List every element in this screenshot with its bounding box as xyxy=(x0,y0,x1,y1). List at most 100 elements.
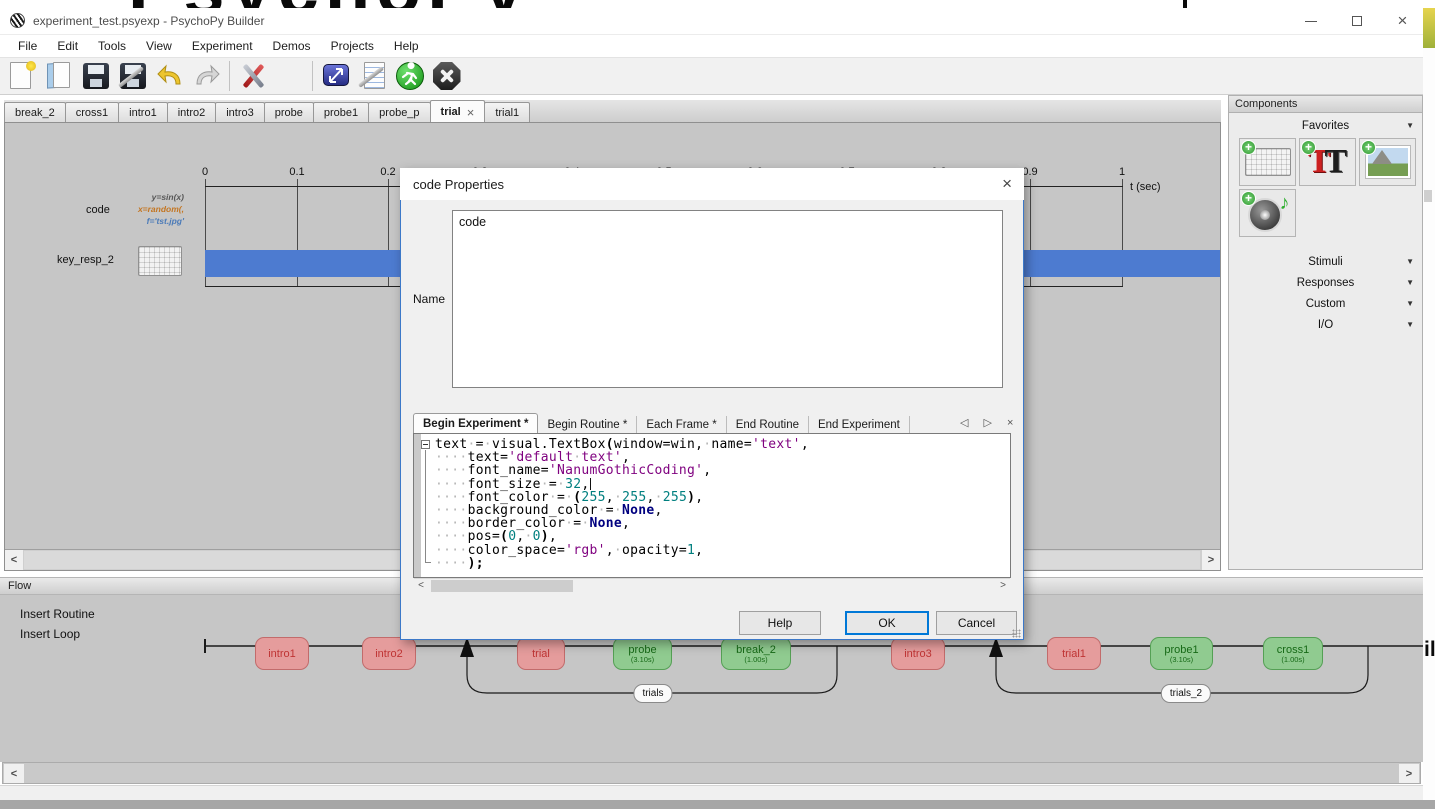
flow-routine-probe[interactable]: probe (3.10s) xyxy=(613,637,672,670)
dialog-tab-nav[interactable]: ◁ ▷ × xyxy=(960,416,1019,429)
tab-close-icon[interactable]: × xyxy=(467,105,475,120)
flow-loop-trials[interactable]: trials xyxy=(633,684,673,703)
toolbar-undo-button[interactable] xyxy=(151,59,188,93)
menu-file[interactable]: File xyxy=(8,36,47,56)
code-token: , xyxy=(800,437,809,452)
dialog-tab-end-experiment[interactable]: End Experiment xyxy=(809,416,910,433)
dialog-resize-grip[interactable] xyxy=(1012,629,1021,638)
scroll-right-arrow[interactable]: > xyxy=(996,579,1010,592)
flow-routine-trial[interactable]: trial xyxy=(517,637,565,670)
routine-tab-trial1[interactable]: trial1 xyxy=(484,102,531,123)
scroll-left-arrow[interactable]: < xyxy=(5,550,23,570)
scroll-right-arrow[interactable]: > xyxy=(1202,550,1220,570)
scroll-left-arrow[interactable]: < xyxy=(4,764,24,783)
whitespace-dot: · xyxy=(459,555,468,571)
main-horizontal-scrollbar[interactable]: < > xyxy=(2,762,1421,784)
toolbar-run-button[interactable] xyxy=(391,59,428,93)
toolbar-experiment-settings-button[interactable] xyxy=(317,59,354,93)
dialog-tab-end-routine[interactable]: End Routine xyxy=(727,416,809,433)
code-token: , xyxy=(622,516,631,532)
ok-button[interactable]: OK xyxy=(845,611,929,635)
flow-routine-trial1[interactable]: trial1 xyxy=(1047,637,1101,670)
chevron-down-icon: ▼ xyxy=(1406,320,1414,329)
menu-view[interactable]: View xyxy=(136,36,182,56)
routine-duration: (1.00s) xyxy=(1281,654,1305,664)
help-button[interactable]: Help xyxy=(739,611,821,635)
flow-routine-cross1[interactable]: cross1 (1.00s) xyxy=(1263,637,1323,670)
components-section-stimuli[interactable]: Stimuli ▼ xyxy=(1229,253,1422,270)
routine-tab-label: trial xyxy=(440,106,461,118)
tick-label-0.2: 0.2 xyxy=(380,166,396,178)
code-token: name= xyxy=(711,437,753,452)
routine-duration: (3.10s) xyxy=(1169,654,1194,664)
toolbar-redo-button[interactable] xyxy=(188,59,225,93)
menu-help[interactable]: Help xyxy=(384,36,429,56)
fold-collapse-icon[interactable] xyxy=(421,440,430,449)
routine-tab-probe1[interactable]: probe1 xyxy=(312,102,370,123)
code-editor[interactable]: text·=·visual.TextBox(window=win,·name='… xyxy=(413,433,1011,578)
flow-loop-trials_2[interactable]: trials_2 xyxy=(1160,684,1212,703)
components-section-favorites[interactable]: Favorites ▼ xyxy=(1229,117,1422,134)
maximize-button[interactable] xyxy=(1334,8,1379,34)
dialog-close-button[interactable]: × xyxy=(998,174,1016,194)
toolbar-new-file-button[interactable] xyxy=(3,59,40,93)
toolbar-save-as-button[interactable] xyxy=(114,59,151,93)
toolbar xyxy=(0,57,1423,95)
dialog-tab-each-frame-[interactable]: Each Frame * xyxy=(637,416,727,433)
dialog-title: code Properties xyxy=(413,177,505,192)
menu-edit[interactable]: Edit xyxy=(47,36,88,56)
flow-routine-probe1[interactable]: probe1 (3.10s) xyxy=(1150,637,1213,670)
dialog-tab-begin-experiment-[interactable]: Begin Experiment * xyxy=(413,413,539,433)
toolbar-stop-button[interactable] xyxy=(428,59,465,93)
routine-tab-intro2[interactable]: intro2 xyxy=(166,102,217,123)
save-icon xyxy=(81,61,111,91)
add-textbox-component-button[interactable]: TT + xyxy=(1299,138,1356,186)
cancel-button[interactable]: Cancel xyxy=(936,611,1017,635)
editor-horizontal-scrollbar[interactable]: < > xyxy=(414,578,1010,592)
whitespace-dot: · xyxy=(435,555,444,571)
scroll-right-arrow[interactable]: > xyxy=(1399,764,1419,783)
routine-tab-intro1[interactable]: intro1 xyxy=(118,102,168,123)
flow-routine-break_2[interactable]: break_2 (1.00s) xyxy=(721,637,791,670)
toolbar-open-file-button[interactable] xyxy=(40,59,77,93)
flow-routine-intro1[interactable]: intro1 xyxy=(255,637,309,670)
routine-tab-probe[interactable]: probe xyxy=(263,102,314,123)
close-button[interactable]: × xyxy=(1380,8,1425,34)
add-sound-component-button[interactable]: ♪ + xyxy=(1239,189,1296,237)
flow-routine-intro3[interactable]: intro3 xyxy=(891,637,945,670)
components-section-responses[interactable]: Responses ▼ xyxy=(1229,274,1422,291)
name-field[interactable]: code xyxy=(452,210,1003,388)
toolbar-monitor-center-button[interactable] xyxy=(271,59,308,93)
scroll-left-arrow[interactable]: < xyxy=(414,579,428,592)
fold-guide-end xyxy=(425,562,431,563)
code-token: 255 xyxy=(662,489,688,505)
toolbar-preferences-button[interactable] xyxy=(234,59,271,93)
add-image-component-button[interactable]: + xyxy=(1359,138,1416,186)
components-section-custom[interactable]: Custom ▼ xyxy=(1229,295,1422,312)
components-section-i-o[interactable]: I/O ▼ xyxy=(1229,316,1422,333)
menu-tools[interactable]: Tools xyxy=(88,36,136,56)
menu-experiment[interactable]: Experiment xyxy=(182,36,263,56)
menu-demos[interactable]: Demos xyxy=(263,36,321,56)
keyboard-icon[interactable] xyxy=(138,246,182,276)
open-file-icon xyxy=(44,61,74,91)
dialog-title-bar[interactable]: code Properties × xyxy=(400,168,1024,200)
routine-tab-trial[interactable]: trial × xyxy=(429,100,486,123)
routine-tab-label: probe1 xyxy=(323,107,359,119)
code-text[interactable]: text·=·visual.TextBox(window=win,·name='… xyxy=(435,438,809,570)
dialog-tab-begin-routine-[interactable]: Begin Routine * xyxy=(538,416,638,433)
flow-routine-intro2[interactable]: intro2 xyxy=(362,637,416,670)
menu-projects[interactable]: Projects xyxy=(321,36,384,56)
add-keyboard-component-button[interactable]: + xyxy=(1239,138,1296,186)
code-component-icon[interactable]: y=sin(x) x=random(, f='tst.jpg' xyxy=(124,191,184,227)
routine-tab-intro3[interactable]: intro3 xyxy=(215,102,265,123)
routine-tab-cross1[interactable]: cross1 xyxy=(64,102,120,123)
tick-label-0.9: 0.9 xyxy=(1022,166,1038,178)
scrollbar-thumb[interactable] xyxy=(431,580,573,592)
toolbar-save-button[interactable] xyxy=(77,59,114,93)
routine-tab-probe_p[interactable]: probe_p xyxy=(368,102,431,123)
code-token: opacity= xyxy=(622,542,688,558)
minimize-button[interactable] xyxy=(1288,8,1333,34)
toolbar-compile-script-button[interactable] xyxy=(354,59,391,93)
routine-tab-break_2[interactable]: break_2 xyxy=(4,102,66,123)
